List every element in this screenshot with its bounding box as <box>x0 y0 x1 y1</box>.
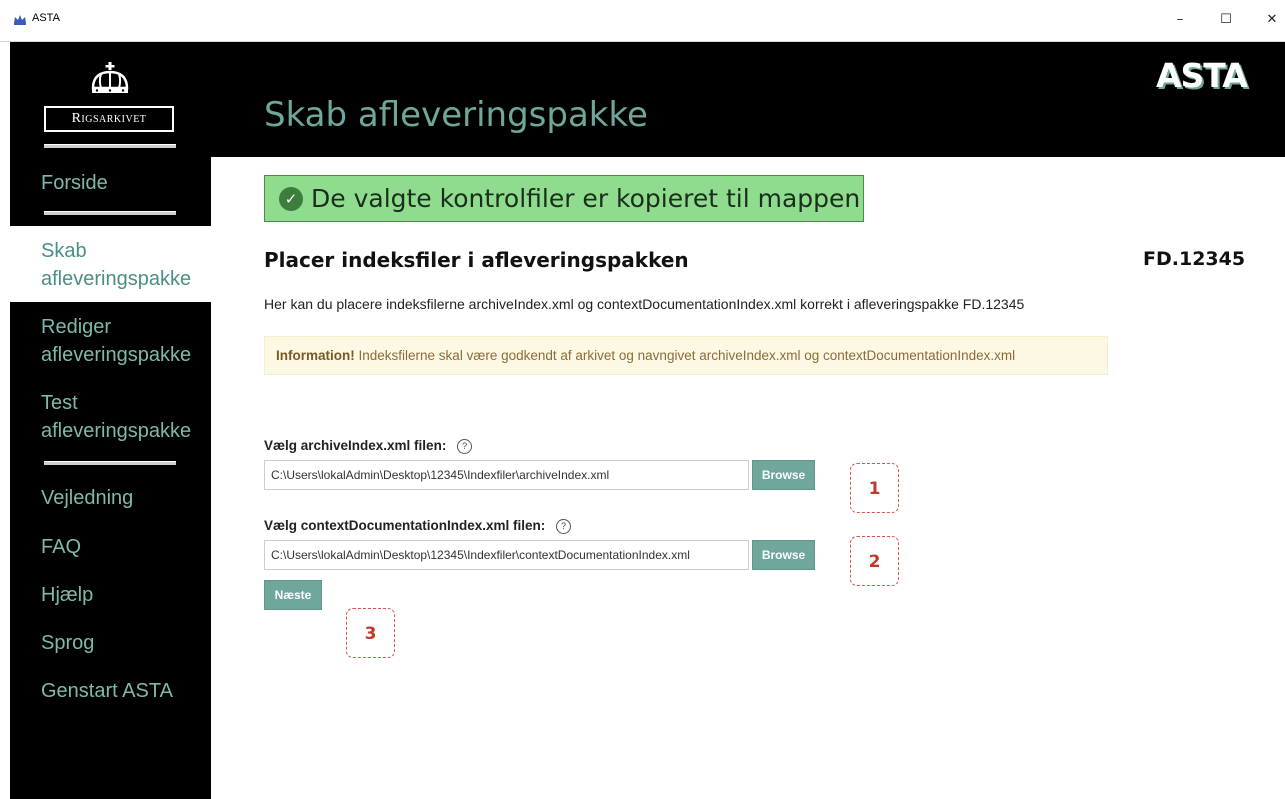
next-button[interactable]: Næste <box>264 580 322 610</box>
close-button[interactable]: ✕ <box>1252 8 1285 32</box>
page-title: Skab afleveringspakke <box>264 95 648 135</box>
context-browse-button[interactable]: Browse <box>752 540 815 570</box>
asta-logo: ASTA <box>1156 56 1248 95</box>
help-icon[interactable]: ? <box>556 518 572 534</box>
sidebar-item-rediger[interactable]: Rediger afleveringspakke <box>41 313 206 369</box>
minimize-button[interactable]: – <box>1160 8 1200 32</box>
annotation-marker-1: 1 <box>850 463 899 513</box>
check-circle-icon: ✓ <box>279 186 303 211</box>
info-text: Indeksfilerne skal være godkendt af arki… <box>358 348 1016 363</box>
crown-app-icon <box>14 15 26 25</box>
context-index-path-input[interactable] <box>264 540 749 570</box>
success-message: De valgte kontrolfiler er kopieret til m… <box>311 184 861 213</box>
section-title: Placer indeksfiler i afleveringspakken <box>264 248 689 272</box>
window-border <box>0 42 10 799</box>
window-title: ASTA <box>32 12 60 24</box>
sidebar-item-vejledning[interactable]: Vejledning <box>41 484 133 512</box>
sidebar-divider <box>44 144 176 148</box>
sidebar-item-test[interactable]: Test afleveringspakke <box>41 389 206 445</box>
rigsarkivet-logo: Rigsarkivet <box>44 106 174 132</box>
annotation-marker-2: 2 <box>850 536 899 586</box>
success-alert: ✓ De valgte kontrolfiler er kopieret til… <box>264 175 864 222</box>
sidebar-item-genstart[interactable]: Genstart ASTA <box>41 677 173 705</box>
sidebar-item-faq[interactable]: FAQ <box>41 533 81 561</box>
sidebar-divider <box>44 461 176 465</box>
archive-index-path-input[interactable] <box>264 460 749 490</box>
package-id: FD.12345 <box>1143 248 1246 270</box>
archive-index-label: Vælg archiveIndex.xml filen: ? <box>264 438 473 454</box>
sidebar-item-hjaelp[interactable]: Hjælp <box>41 581 93 609</box>
context-index-label: Vælg contextDocumentationIndex.xml filen… <box>264 518 572 534</box>
crown-logo-icon <box>91 62 129 93</box>
maximize-button[interactable]: ☐ <box>1206 8 1246 32</box>
archive-browse-button[interactable]: Browse <box>752 460 815 490</box>
info-alert: Information! Indeksfilerne skal være god… <box>264 336 1108 375</box>
archive-index-label-text: Vælg archiveIndex.xml filen: <box>264 438 447 453</box>
annotation-marker-3: 3 <box>346 608 395 658</box>
sidebar-item-forside[interactable]: Forside <box>41 169 108 197</box>
sidebar-item-sprog[interactable]: Sprog <box>41 629 94 657</box>
help-icon[interactable]: ? <box>457 438 473 454</box>
window-titlebar: ASTA – ☐ ✕ <box>0 0 1285 42</box>
sidebar-divider <box>44 211 176 215</box>
description-text: Her kan du placere indeksfilerne archive… <box>264 296 1025 312</box>
context-index-label-text: Vælg contextDocumentationIndex.xml filen… <box>264 518 546 533</box>
info-label: Information! <box>276 348 355 363</box>
sidebar-item-skab[interactable]: Skab afleveringspakke <box>41 237 201 293</box>
